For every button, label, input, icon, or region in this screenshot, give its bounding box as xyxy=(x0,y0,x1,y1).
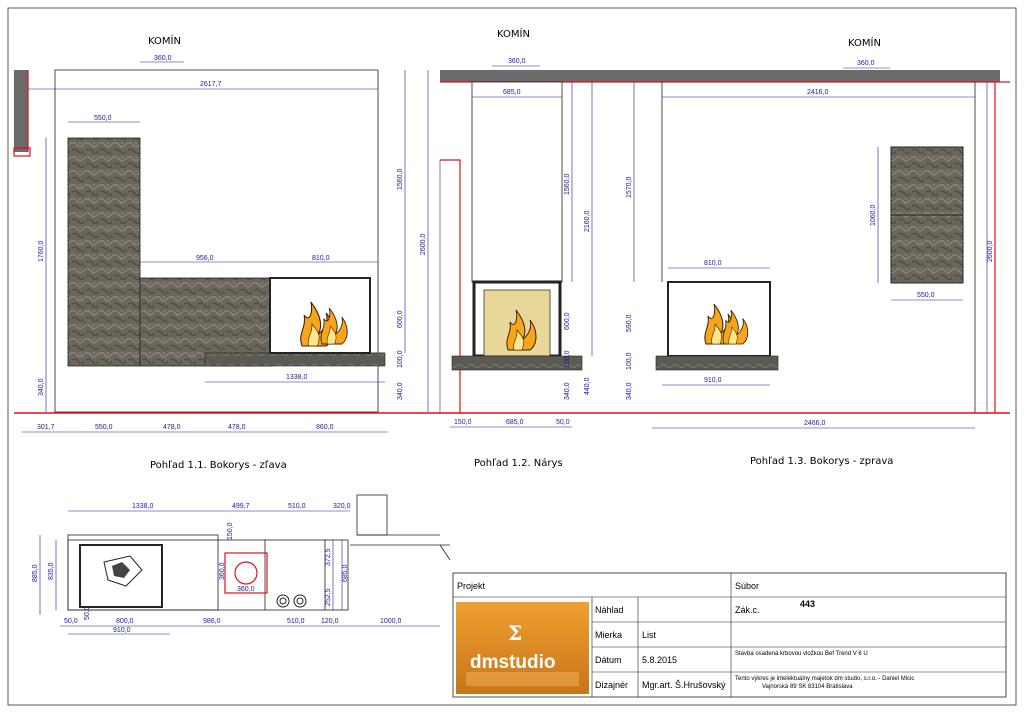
dim-v3-w810: 810,0 xyxy=(704,260,722,267)
logo-text: dmstudio xyxy=(470,652,556,673)
dim-v1-w810: 810,0 xyxy=(312,255,330,262)
dizajner-label: Dizajnér xyxy=(595,680,628,690)
dim-v2-top: 685,0 xyxy=(503,89,521,96)
dim-plan-o: 986,0 xyxy=(203,618,221,625)
dim-plan-d: 320,0 xyxy=(333,503,351,510)
zak-value: 443 xyxy=(800,599,815,609)
dim-v1-w956: 956,0 xyxy=(196,255,214,262)
dim-v1-b3: 478,0 xyxy=(163,424,181,431)
dim-v2-h100: 100,0 xyxy=(564,350,571,368)
view-caption: Pohľad 1.1. Bokorys - zľava xyxy=(150,460,287,471)
dim-v1-b5: 860,0 xyxy=(316,424,334,431)
dim-plan-q: 120,0 xyxy=(321,618,339,625)
view-caption: Pohľad 1.3. Bokorys - zprava xyxy=(750,456,893,467)
zak-label: Zák.c. xyxy=(735,605,760,615)
dim-v2-h440: 440,0 xyxy=(584,377,591,395)
stone-column xyxy=(67,137,141,367)
datum-value: 5.8.2015 xyxy=(642,655,677,665)
stavba-text: Stavba osadená krbovou vložkou Bef Trend… xyxy=(735,651,868,657)
dim-v3-h1060: 1060,0 xyxy=(870,204,877,226)
dim-plan-i: 685,0 xyxy=(342,564,349,582)
projekt-label: Projekt xyxy=(457,581,486,591)
dmstudio-logo: Σ dmstudio xyxy=(456,602,589,694)
chimney-label: KOMÍN xyxy=(148,34,181,47)
dim-v3-h2600: 2600,0 xyxy=(987,240,994,262)
nahlad-label: Náhlad xyxy=(595,605,624,615)
dim-plan-p: 510,0 xyxy=(287,618,305,625)
dim-plan-b: 499,7 xyxy=(232,503,250,510)
drawing-sheet: KOMÍN 360,0 2617,7 550,0 956,0 810,0 133… xyxy=(7,7,1017,706)
dim-v3-w910: 910,0 xyxy=(704,377,722,384)
ceiling-slab xyxy=(440,70,1000,82)
dim-v2-h1560: 1560,0 xyxy=(564,173,571,195)
svg-text:Σ: Σ xyxy=(508,621,522,645)
title-block: Projekt Súbor Náhlad Zák.c. 443 Mierka L… xyxy=(452,572,1007,698)
mierka-label: Mierka xyxy=(595,630,622,640)
chimney-label: KOMÍN xyxy=(497,27,530,40)
dim-v1-h340: 340,0 xyxy=(38,378,45,396)
dim-v3-chimney: 360,0 xyxy=(857,60,875,67)
hearth xyxy=(655,355,779,371)
dim-plan-e: 150,0 xyxy=(227,522,234,540)
datum-label: Dátum xyxy=(595,655,622,665)
dim-v2-b2: 685,0 xyxy=(506,419,524,426)
dizajner-value: Mgr.art. Š.Hrušovský xyxy=(642,680,726,690)
dim-v3-h340: 340,0 xyxy=(626,382,633,400)
dim-plan-h: 372,5 xyxy=(325,548,332,566)
chimney-label: KOMÍN xyxy=(848,36,881,49)
dim-v1-chimney: 360,0 xyxy=(154,55,172,62)
dim-v2-h600: 600,0 xyxy=(564,312,571,330)
dim-v3-h1570: 1570,0 xyxy=(626,176,633,198)
view-caption: Pohľad 1.2. Nárys xyxy=(474,457,563,469)
mierka-value: List xyxy=(642,630,657,640)
dim-v1-h1760: 1760,0 xyxy=(38,240,45,262)
dim-plan-m: 50,0 xyxy=(64,618,78,625)
view-left: KOMÍN 360,0 2617,7 550,0 956,0 810,0 133… xyxy=(13,34,440,471)
dim-plan-k: 885,0 xyxy=(32,564,39,582)
dim-v3-h100: 100,0 xyxy=(626,352,633,370)
dim-plan-t: 50,0 xyxy=(84,606,91,620)
dim-v3-h590: 590,0 xyxy=(626,314,633,332)
dim-v2-h2160: 2160,0 xyxy=(584,210,591,232)
dim-v2-b1: 150,0 xyxy=(454,419,472,426)
dim-plan-j: 252,5 xyxy=(325,588,332,606)
dim-v1-h600: 600,0 xyxy=(397,310,404,328)
dim-v2-h340: 340,0 xyxy=(564,382,571,400)
dim-plan-r: 1000,0 xyxy=(380,618,402,625)
dim-plan-l: 835,0 xyxy=(48,562,55,580)
dim-v1-h100: 100,0 xyxy=(397,350,404,368)
dim-v1-h340b: 340,0 xyxy=(397,382,404,400)
plan-view: 1338,0 499,7 510,0 320,0 360,0 360,0 150… xyxy=(32,494,451,635)
subor-label: Súbor xyxy=(735,581,759,591)
dim-plan-n: 800,0 xyxy=(116,618,134,625)
dim-v1-top: 2617,7 xyxy=(200,81,222,88)
dim-plan-f: 360,0 xyxy=(219,562,226,580)
dim-v1-b1: 301,7 xyxy=(37,424,55,431)
dim-v1-h2600: 2600,0 xyxy=(420,233,427,255)
dim-plan-c: 510,0 xyxy=(288,503,306,510)
view-right: KOMÍN 360,0 2416,0 810,0 910,0 1060,0 55… xyxy=(600,36,1010,467)
dim-plan-a: 1338,0 xyxy=(132,503,154,510)
dim-plan-g: 360,0 xyxy=(237,586,255,593)
dim-plan-s: 910,0 xyxy=(113,627,131,634)
dim-v1-h1560: 1560,0 xyxy=(397,168,404,190)
wall-section xyxy=(14,70,28,152)
hearth xyxy=(451,355,583,371)
dim-v1-w550: 550,0 xyxy=(94,115,112,122)
dim-v2-chimney: 360,0 xyxy=(508,58,526,65)
dim-v1-w1338: 1338,0 xyxy=(286,374,308,381)
dim-v3-b1: 2466,0 xyxy=(804,420,826,427)
copyright-line1: Tento výkres je intelektuálny majetok dm… xyxy=(735,676,914,682)
dim-v1-b2: 550,0 xyxy=(95,424,113,431)
dim-v3-w550: 550,0 xyxy=(917,292,935,299)
dim-v3-top: 2416,0 xyxy=(807,89,829,96)
dim-v1-b4: 478,0 xyxy=(228,424,246,431)
dim-v2-b3: 50,0 xyxy=(556,419,570,426)
copyright-line2: Vajnorská 89 SK 83104 Bratislava xyxy=(762,684,853,690)
